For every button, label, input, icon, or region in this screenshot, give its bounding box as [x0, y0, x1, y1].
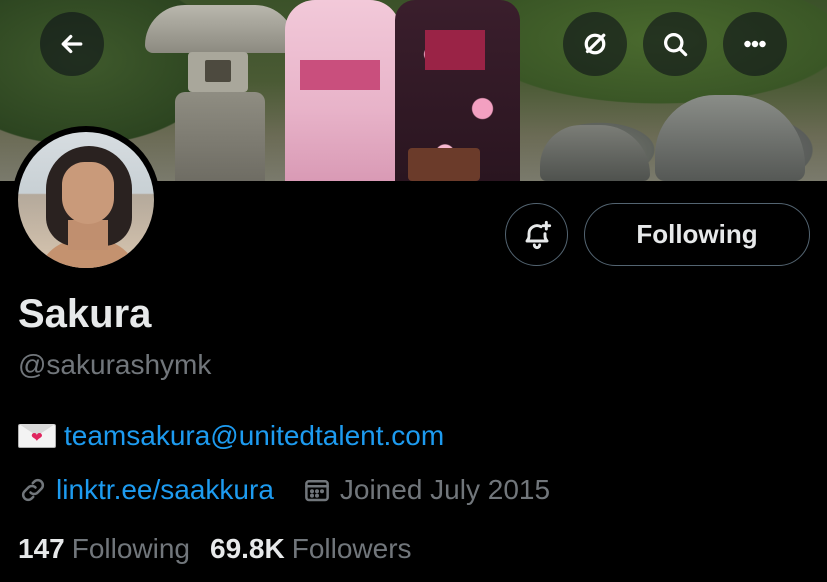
followers-stat[interactable]: 69.8K Followers: [210, 533, 412, 565]
profile-stats: 147 Following 69.8K Followers: [18, 533, 412, 565]
handle: @sakurashymk: [18, 349, 212, 380]
grok-icon: [584, 33, 606, 55]
more-horizontal-icon: [744, 40, 766, 48]
website-link[interactable]: linktr.ee/saakkura: [18, 474, 274, 506]
followers-label: Followers: [291, 533, 412, 564]
following-button[interactable]: Following: [584, 203, 810, 266]
avatar-image: [18, 132, 154, 268]
calendar-icon: [305, 480, 329, 502]
joined-date: Joined July 2015: [302, 474, 550, 506]
following-stat[interactable]: 147 Following: [18, 533, 190, 565]
banner-person-left: [285, 0, 400, 181]
following-label: Following: [71, 533, 190, 564]
more-button[interactable]: [723, 12, 787, 76]
search-icon: [664, 33, 688, 57]
display-name: Sakura: [18, 292, 152, 336]
joined-text: Joined July 2015: [339, 474, 551, 505]
love-letter-icon: ❤: [18, 421, 58, 451]
followers-count: 69.8K: [210, 533, 285, 564]
bio-email-link[interactable]: teamsakura@unitedtalent.com: [64, 420, 444, 452]
arrow-left-icon: [61, 34, 83, 54]
following-count: 147: [18, 533, 65, 564]
notifications-button[interactable]: [505, 203, 568, 266]
profile-meta: linktr.ee/saakkura Joined July 2015: [18, 474, 550, 506]
grok-button[interactable]: [563, 12, 627, 76]
bio: ❤ teamsakura@unitedtalent.com: [18, 420, 444, 452]
banner-lantern: [145, 5, 295, 53]
website-url[interactable]: linktr.ee/saakkura: [56, 474, 274, 506]
bell-plus-icon: [525, 220, 551, 249]
avatar[interactable]: [12, 126, 160, 274]
back-button[interactable]: [40, 12, 104, 76]
search-button[interactable]: [643, 12, 707, 76]
link-icon: [21, 478, 45, 502]
